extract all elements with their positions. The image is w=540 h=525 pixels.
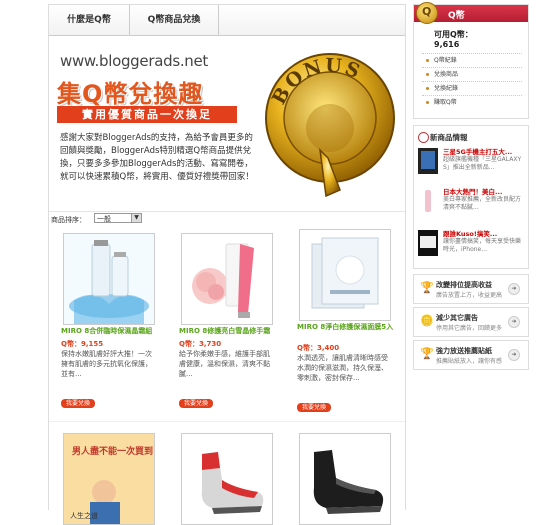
product-card: MIRO 8淨白修護保濕面膜5入 Q幣：3,400 水潤透亮，讓肌膚清晰時感受水… [285, 229, 400, 413]
product-price: Q幣：3,400 [297, 344, 340, 352]
coin-icon: 🪙 [420, 314, 434, 327]
qcoin-icon: Q [416, 2, 438, 24]
action-improve-revenue[interactable]: 🏆 改變排位提高收益 廣告放置上方，收益更高 ➜ [413, 274, 529, 304]
news-text: 讓你盡情搞笑，每天享受快樂時光，iPhone... [443, 238, 522, 253]
news-head: 日本大熱門！美白... [443, 188, 503, 196]
news-thumb [418, 188, 438, 214]
new-products-title: 新商品情報 [430, 133, 468, 142]
chevron-down-icon: ▼ [131, 214, 141, 222]
trophy-icon: 🏆 [420, 281, 434, 294]
exchange-button[interactable]: 我要兌換 [61, 399, 95, 408]
qcoin-link-earn[interactable]: 賺取Q幣 [422, 95, 522, 110]
news-thumb [418, 230, 438, 256]
product-name[interactable]: MIRO 8修護亮白雪晶修手霜 [179, 327, 279, 336]
banner-headline: 集Q幣兌換趣 [57, 80, 204, 108]
product-image[interactable] [299, 229, 391, 321]
action-sub: 停用其它廣告，回饋更多 [436, 325, 503, 332]
product-card [285, 433, 400, 525]
banner-intro: 感謝大家對BloggerAds的支持，為給予會員更多的回饋與獎勵，Blogger… [60, 133, 254, 182]
book-caption: 人生之道 [70, 511, 98, 520]
action-sub: 推薦貼紙放入，讓你有感 [436, 358, 503, 365]
product-card [167, 433, 282, 525]
news-head: 跟誰Kuso!搞笑... [443, 230, 498, 238]
product-price: Q幣：9,155 [61, 340, 104, 348]
clock-icon [418, 132, 429, 143]
book-title: 男人盡不能一次買到 [72, 445, 153, 457]
news-text: 美白專家推薦，全新改良配方清爽不黏膩... [443, 196, 522, 211]
news-head: 三星5G手機主打五大... [443, 148, 513, 156]
news-item[interactable]: 三星5G手機主打五大... 超級旗艦機種「三星GALAXY S」推出全新新品..… [418, 148, 526, 178]
product-desc: 給予你柔嫩手感，維護手部肌膚健康，溫和保濕，清爽不黏膩... [179, 350, 270, 378]
action-title: 減少其它廣告 [436, 314, 478, 322]
product-desc: 水潤透亮，讓肌膚清晰時感受水潤的保濕滋潤，持久保溼、零刺激，密封保存... [297, 354, 388, 382]
product-desc: 保持水嫩肌膚好評大推！一次擁有肌膚的多元抗氧化保護，並有... [61, 350, 152, 378]
action-sticker[interactable]: 🏆 強力放送推薦貼紙 推薦貼紙放入，讓你有感 ➜ [413, 340, 529, 370]
arrow-right-icon[interactable]: ➜ [508, 283, 520, 295]
main-panel: 什麼是Q幣 Q幣商品兌換 www.bloggerads.net 集Q幣兌換趣 實… [48, 4, 406, 525]
qcoin-available-value: 9,616 [434, 40, 460, 49]
exchange-button[interactable]: 我要兌換 [179, 399, 213, 408]
product-image[interactable]: 男人盡不能一次買到 人生之道 [63, 433, 155, 525]
arrow-right-icon[interactable]: ➜ [508, 316, 520, 328]
banner-subline: 實用優質商品一次換足 [57, 106, 237, 123]
qcoin-link-exchange[interactable]: 兌換商品 [422, 67, 522, 82]
action-reduce-ads[interactable]: 🪙 減少其它廣告 停用其它廣告，回饋更多 ➜ [413, 307, 529, 337]
arrow-right-icon[interactable]: ➜ [508, 349, 520, 361]
qcoin-link-history[interactable]: 兌換紀錄 [422, 81, 522, 96]
sort-selected-value: 一般 [97, 215, 111, 223]
news-item[interactable]: 日本大熱門！美白... 美白專家推薦，全新改良配方清爽不黏膩... [418, 188, 526, 218]
action-title: 改變排位提高收益 [436, 281, 492, 289]
product-image[interactable] [181, 233, 273, 325]
product-image[interactable] [299, 433, 391, 525]
action-title: 強力放送推薦貼紙 [436, 347, 492, 355]
product-name[interactable]: MIRO 8合併臨時保濕晶霜組 [61, 327, 161, 336]
qcoin-title: Q幣 [448, 11, 465, 21]
trophy-icon: 🏆 [420, 347, 434, 360]
qcoin-available-label: 可用Q幣： [434, 30, 473, 39]
promo-banner: www.bloggerads.net 集Q幣兌換趣 實用優質商品一次換足 感謝大… [49, 36, 405, 211]
sort-label: 商品排序： [51, 216, 86, 224]
product-card: MIRO 8合併臨時保濕晶霜組 Q幣：9,155 保持水嫩肌膚好評大推！一次擁有… [49, 233, 164, 413]
new-products-panel: 新商品情報 三星5G手機主打五大... 超級旗艦機種「三星GALAXY S」推出… [413, 125, 529, 269]
product-card: MIRO 8修護亮白雪晶修手霜 Q幣：3,730 給予你柔嫩手感，維護手部肌膚健… [167, 233, 282, 413]
tab-what-is-qcoin[interactable]: 什麼是Q幣 [49, 5, 130, 35]
news-text: 超級旗艦機種「三星GALAXY S」推出全新新品... [443, 156, 522, 171]
row-divider [49, 421, 405, 422]
qcoin-header: Q Q幣 [414, 2, 528, 24]
tab-qcoin-exchange[interactable]: Q幣商品兌換 [130, 5, 219, 35]
site-url: www.bloggerads.net [60, 52, 209, 70]
product-card: 男人盡不能一次買到 人生之道 [49, 433, 164, 525]
exchange-button[interactable]: 我要兌換 [297, 403, 331, 412]
news-thumb [418, 148, 438, 174]
product-image[interactable] [63, 233, 155, 325]
product-image[interactable] [181, 433, 273, 525]
action-sub: 廣告放置上方，收益更高 [436, 292, 503, 299]
bonus-coin-icon: BONUS [265, 53, 395, 198]
product-name[interactable]: MIRO 8淨白修護保濕面膜5入 [297, 323, 397, 332]
sort-select[interactable]: 一般 ▼ [94, 213, 142, 223]
product-price: Q幣：3,730 [179, 340, 222, 348]
qcoin-link-records[interactable]: Q幣紀錄 [422, 53, 522, 68]
sort-row: 商品排序： 一般 ▼ [49, 211, 405, 225]
news-item[interactable]: 跟誰Kuso!搞笑... 讓你盡情搞笑，每天享受快樂時光，iPhone... [418, 230, 526, 260]
tab-bar: 什麼是Q幣 Q幣商品兌換 [49, 5, 405, 36]
qcoin-panel: Q Q幣 可用Q幣： 9,616 Q幣紀錄 兌換商品 兌換紀錄 賺取Q幣 [413, 2, 529, 119]
